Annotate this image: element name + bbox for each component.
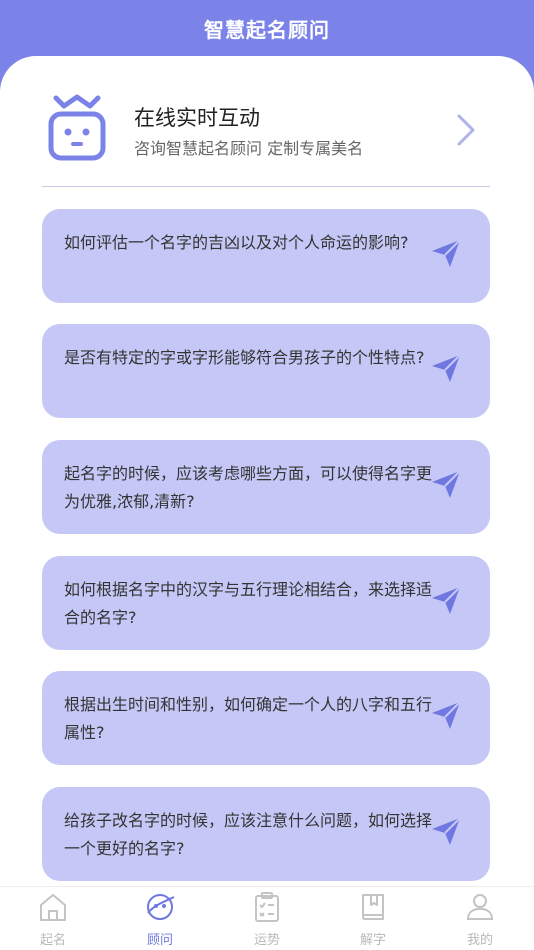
planet-icon xyxy=(147,894,175,920)
divider xyxy=(42,186,490,187)
tab-label: 解字 xyxy=(359,933,386,948)
tab-label: 起名 xyxy=(39,933,66,948)
chevron-right-icon xyxy=(457,114,475,146)
send-icon[interactable] xyxy=(430,237,462,269)
banner-title: 在线实时互动 xyxy=(134,106,260,130)
send-icon[interactable] xyxy=(430,352,462,384)
question-card-1[interactable]: 如何评估一个名字的吉凶以及对个人命运的影响? xyxy=(42,209,490,303)
question-card-2[interactable]: 是否有特定的字或字形能够符合男孩子的个性特点? xyxy=(42,324,490,418)
question-text: 起名字的时候，应该考虑哪些方面，可以使得名字更为优雅,浓郁,清新? xyxy=(64,464,433,511)
user-icon xyxy=(466,894,494,920)
question-card-6[interactable]: 给孩子改名字的时候，应该注意什么问题，如何选择一个更好的名字? xyxy=(42,787,490,881)
question-text: 如何评估一个名字的吉凶以及对个人命运的影响? xyxy=(64,233,409,252)
send-icon[interactable] xyxy=(430,699,462,731)
page-title: 智慧起名顾问 xyxy=(204,18,330,42)
tab-character[interactable]: 解字 xyxy=(333,887,413,950)
question-text: 如何根据名字中的汉字与五行理论相结合，来选择适合的名字? xyxy=(64,580,433,627)
bottom-tab-bar: 起名 顾问 运势 解字 我的 xyxy=(0,886,534,950)
question-card-4[interactable]: 如何根据名字中的汉字与五行理论相结合，来选择适合的名字? xyxy=(42,556,490,650)
tab-naming[interactable]: 起名 xyxy=(13,887,93,950)
live-chat-banner[interactable]: 在线实时互动 咨询智慧起名顾问 定制专属美名 xyxy=(42,92,490,184)
tab-label: 运势 xyxy=(253,933,280,948)
tab-advisor[interactable]: 顾问 xyxy=(120,887,200,950)
book-icon xyxy=(362,894,384,920)
send-icon[interactable] xyxy=(430,468,462,500)
house-icon xyxy=(40,894,66,921)
tab-fortune[interactable]: 运势 xyxy=(227,887,307,950)
tab-profile[interactable]: 我的 xyxy=(440,887,520,950)
question-card-5[interactable]: 根据出生时间和性别，如何确定一个人的八字和五行属性? xyxy=(42,671,490,765)
question-text: 是否有特定的字或字形能够符合男孩子的个性特点? xyxy=(64,348,425,367)
banner-subtitle: 咨询智慧起名顾问 定制专属美名 xyxy=(134,139,364,158)
send-icon[interactable] xyxy=(430,815,462,847)
checklist-icon xyxy=(255,892,279,922)
question-text: 给孩子改名字的时候，应该注意什么问题，如何选择一个更好的名字? xyxy=(64,811,433,858)
question-card-3[interactable]: 起名字的时候，应该考虑哪些方面，可以使得名字更为优雅,浓郁,清新? xyxy=(42,440,490,534)
tab-label: 我的 xyxy=(466,933,493,948)
send-icon[interactable] xyxy=(430,584,462,616)
question-text: 根据出生时间和性别，如何确定一个人的八字和五行属性? xyxy=(64,695,433,742)
tab-label: 顾问 xyxy=(146,933,173,948)
robot-icon xyxy=(48,94,106,161)
